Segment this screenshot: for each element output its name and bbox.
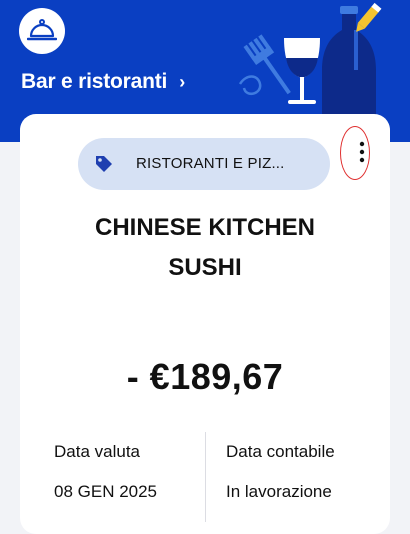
value-date: 08 GEN 2025 [54, 482, 158, 501]
value-date-label: Data valuta [54, 442, 140, 461]
accounting-date-block: Data contabile In lavorazione [226, 442, 335, 502]
transaction-card: RISTORANTI E PIZ... CHINESE KITCHEN SUSH… [20, 114, 390, 534]
transaction-amount: - €189,67 [126, 356, 284, 397]
column-divider [205, 432, 206, 522]
more-vertical-icon [359, 141, 365, 163]
category-chip[interactable]: RISTORANTI E PIZ... [78, 138, 330, 190]
merchant-line-1: CHINESE KITCHEN [94, 214, 316, 241]
accounting-date-label: Data contabile [226, 442, 335, 461]
category-title: Bar e ristoranti [21, 70, 168, 93]
tag-icon [96, 156, 112, 172]
category-link[interactable]: Bar e ristoranti › [21, 68, 185, 96]
merchant-line-2: SUSHI [168, 254, 242, 281]
accounting-date: In lavorazione [226, 482, 332, 501]
food-drink-illustration [238, 2, 382, 120]
cloche-icon [19, 8, 65, 54]
more-options-button[interactable] [340, 122, 384, 182]
merchant-name: CHINESE KITCHEN SUSHI [20, 208, 390, 288]
chevron-right-icon: › [179, 71, 185, 92]
category-chip-label: RISTORANTI E PIZ... [136, 155, 285, 172]
value-date-block: Data valuta 08 GEN 2025 [54, 442, 157, 502]
